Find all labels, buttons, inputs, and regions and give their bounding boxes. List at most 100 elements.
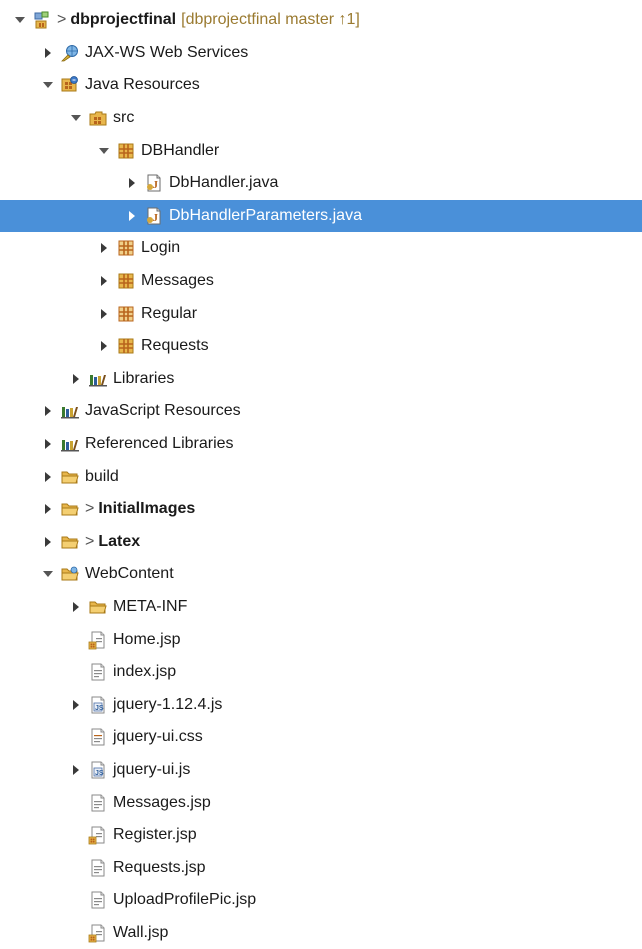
tree-item-label: jquery-ui.css (113, 728, 203, 746)
tree-row[interactable]: JS jquery-ui.js (0, 754, 642, 787)
tree-item-label: DbHandlerParameters.java (169, 206, 362, 224)
tree-row[interactable]: index.jsp (0, 656, 642, 689)
tree-row[interactable]: UploadProfilePic.jsp (0, 884, 642, 917)
tree-row[interactable]: DBHandler (0, 134, 642, 167)
jsp-file-icon (88, 793, 108, 813)
tree-row[interactable]: J DbHandlerParameters.java (0, 199, 642, 233)
tree-item-label: Messages.jsp (113, 793, 211, 811)
tree-item-label: Wall.jsp (113, 923, 169, 941)
tree-row[interactable]: Requests (0, 330, 642, 363)
tree-row[interactable]: jquery-ui.css (0, 721, 642, 754)
libraries-icon (60, 434, 80, 454)
collapse-arrow-icon[interactable] (68, 110, 84, 126)
folder-icon (88, 597, 108, 617)
expand-arrow-icon[interactable] (96, 306, 112, 322)
tree-row[interactable]: Messages (0, 265, 642, 298)
svg-text:JS: JS (95, 770, 104, 777)
tree-item-label: META-INF (113, 597, 188, 615)
expand-arrow-icon[interactable] (124, 208, 140, 224)
tree-row[interactable]: Requests.jsp (0, 851, 642, 884)
tree-row[interactable]: Home.jsp (0, 623, 642, 656)
tree-row[interactable]: Wall.jsp (0, 917, 642, 949)
jsp-file-modified-icon (88, 923, 108, 943)
tree-item-label: Java Resources (85, 76, 200, 94)
tree-item-label: Home.jsp (113, 630, 181, 648)
tree-item-label: Register.jsp (113, 826, 197, 844)
tree-row[interactable]: > Latex (0, 526, 642, 559)
expand-arrow-icon[interactable] (68, 697, 84, 713)
expand-arrow-icon[interactable] (96, 240, 112, 256)
tree-item-label: InitialImages (98, 500, 196, 518)
expand-arrow-icon[interactable] (68, 599, 84, 615)
expand-arrow-icon[interactable] (96, 338, 112, 354)
tree-row[interactable]: Login (0, 232, 642, 265)
svg-text:J: J (153, 179, 159, 191)
tree-row[interactable]: JS jquery-1.12.4.js (0, 688, 642, 721)
collapse-arrow-icon[interactable] (40, 566, 56, 582)
libraries-icon (60, 401, 80, 421)
package-icon (116, 141, 136, 161)
tree-item-label: Regular (141, 304, 198, 322)
tree-item-label: DBHandler (141, 141, 220, 159)
tree-row[interactable]: Messages.jsp (0, 786, 642, 819)
webcontent-folder-icon (60, 564, 80, 584)
tree-row[interactable]: META-INF (0, 591, 642, 624)
jsp-file-icon (88, 858, 108, 878)
tree-row[interactable]: Register.jsp (0, 819, 642, 852)
project-explorer-tree[interactable]: > dbprojectfinal [dbprojectfinal master ↑1… (0, 0, 642, 943)
git-dirty-marker: > (85, 500, 95, 518)
expand-arrow-icon[interactable] (124, 175, 140, 191)
expand-arrow-icon[interactable] (40, 469, 56, 485)
collapse-arrow-icon[interactable] (40, 77, 56, 93)
tree-item-label: JavaScript Resources (85, 402, 241, 420)
tree-item-label: Latex (98, 532, 141, 550)
jsp-file-icon (88, 890, 108, 910)
tree-row[interactable]: Java Resources (0, 69, 642, 102)
tree-item-label: Libraries (113, 369, 175, 387)
expand-arrow-icon[interactable] (40, 534, 56, 550)
jsp-file-modified-icon (88, 825, 108, 845)
tree-row[interactable]: JAX-WS Web Services (0, 37, 642, 70)
expand-arrow-icon[interactable] (96, 273, 112, 289)
tree-item-label: dbprojectfinal (70, 11, 177, 29)
js-file-icon: JS (88, 695, 108, 715)
java-resources-icon (60, 75, 80, 95)
tree-item-label: Login (141, 239, 181, 257)
tree-item-label: UploadProfilePic.jsp (113, 891, 257, 909)
tree-item-label: JAX-WS Web Services (85, 43, 249, 61)
tree-item-label: jquery-1.12.4.js (113, 695, 223, 713)
source-folder-icon (88, 108, 108, 128)
package-icon (116, 336, 136, 356)
expand-arrow-icon[interactable] (40, 45, 56, 61)
expand-arrow-icon[interactable] (68, 371, 84, 387)
libraries-icon (88, 369, 108, 389)
collapse-arrow-icon[interactable] (12, 12, 28, 28)
tree-row[interactable]: J DbHandler.java (0, 167, 642, 200)
package-plain-icon (116, 238, 136, 258)
expand-arrow-icon[interactable] (40, 436, 56, 452)
tree-row[interactable]: src (0, 102, 642, 135)
package-icon (116, 271, 136, 291)
tree-row[interactable]: WebContent (0, 558, 642, 591)
svg-text:J: J (153, 212, 159, 224)
tree-item-label: WebContent (85, 565, 174, 583)
expand-arrow-icon[interactable] (68, 762, 84, 778)
tree-row[interactable]: > InitialImages (0, 493, 642, 526)
folder-icon (60, 467, 80, 487)
tree-row[interactable]: build (0, 460, 642, 493)
collapse-arrow-icon[interactable] (96, 143, 112, 159)
js-file-icon: JS (88, 760, 108, 780)
expand-arrow-icon[interactable] (40, 403, 56, 419)
tree-row[interactable]: Regular (0, 297, 642, 330)
folder-icon (60, 499, 80, 519)
tree-item-label: index.jsp (113, 663, 177, 681)
tree-row[interactable]: JavaScript Resources (0, 395, 642, 428)
svg-text:JS: JS (95, 705, 104, 712)
project-icon (32, 10, 52, 30)
tree-row[interactable]: Referenced Libraries (0, 428, 642, 461)
tree-row[interactable]: Libraries (0, 363, 642, 396)
tree-row[interactable]: > dbprojectfinal [dbprojectfinal master ↑1… (0, 4, 642, 37)
expand-arrow-icon[interactable] (40, 501, 56, 517)
tree-item-label: Referenced Libraries (85, 435, 234, 453)
tree-item-label: jquery-ui.js (113, 760, 191, 778)
